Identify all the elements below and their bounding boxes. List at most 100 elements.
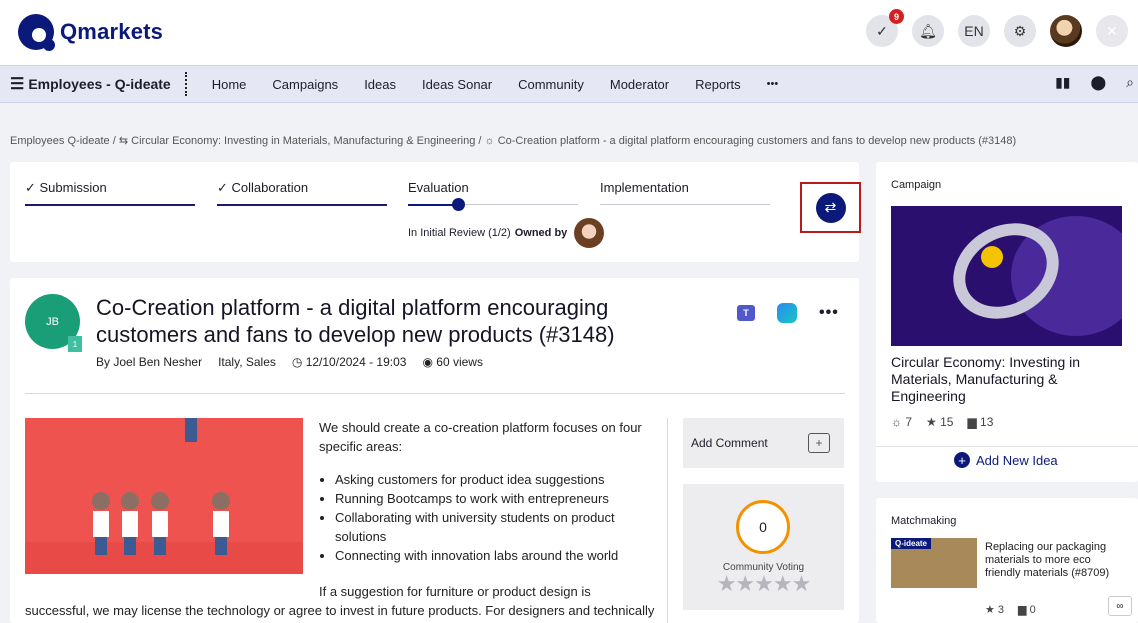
- nav-item-ideas-sonar[interactable]: Ideas Sonar: [409, 77, 505, 92]
- change-stage-button[interactable]: ⇄: [815, 192, 846, 223]
- person-figure: [120, 492, 140, 555]
- stage-status-text: In Initial Review (1/2): [408, 227, 511, 239]
- bell-icon: 🔔︎: [919, 22, 937, 39]
- column-divider: [667, 418, 668, 623]
- match-idea-image[interactable]: Q-ideate: [891, 538, 977, 588]
- views-value: 60 views: [436, 355, 483, 369]
- star-icon: ★: [985, 604, 998, 616]
- idea-author: By Joel Ben Nesher: [96, 355, 202, 369]
- hamburger-icon[interactable]: ☰: [10, 74, 24, 94]
- idea-image: [25, 418, 303, 574]
- matchmaking-card: Matchmaking Q-ideate Replacing our packa…: [876, 498, 1138, 623]
- nav-item-home[interactable]: Home: [199, 77, 260, 92]
- breadcrumb-campaign[interactable]: Circular Economy: Investing in Materials…: [131, 135, 475, 147]
- idea-intro: We should create a co-creation platform …: [319, 420, 642, 454]
- nav-brand-title: Employees - Q-ideate: [28, 76, 171, 92]
- nav-item-ideas[interactable]: Ideas: [351, 77, 409, 92]
- match-stars-stat: ★ 3: [985, 603, 1004, 616]
- link-button[interactable]: ∞: [1108, 596, 1132, 616]
- idea-views: ◉ 60 views: [422, 355, 483, 369]
- author-name[interactable]: Joel Ben Nesher: [113, 355, 202, 369]
- idea-bullets: Asking customers for product idea sugges…: [335, 470, 659, 565]
- add-comment-label: Add Comment: [691, 436, 768, 450]
- nav-item-campaigns[interactable]: Campaigns: [259, 77, 351, 92]
- campaign-stars-stat: ★ 15: [926, 415, 953, 429]
- rating-stars[interactable]: ★★★★★: [683, 571, 844, 597]
- nav-brand[interactable]: ☰ Employees - Q-ideate: [0, 72, 187, 96]
- add-comment-button[interactable]: Add Comment +: [683, 418, 844, 468]
- add-new-idea-button[interactable]: + Add New Idea: [954, 452, 1058, 468]
- breadcrumb-root[interactable]: Employees Q-ideate: [10, 135, 110, 147]
- stage-collaboration: ✓ Collaboration: [217, 180, 387, 206]
- stage-submission-label: Submission: [39, 180, 107, 195]
- gear-icon: ⚙: [1013, 22, 1027, 39]
- idea-card: JB 1 Co-Creation platform - a digital pl…: [10, 278, 859, 623]
- eye-icon: ◉: [422, 355, 437, 369]
- lightbulb-icon: ☼: [891, 415, 906, 429]
- match-stats: ★ 3 ▆ 0: [985, 603, 1036, 616]
- qmarkets-logo[interactable]: Qmarkets: [18, 14, 163, 51]
- language-button[interactable]: EN: [958, 15, 990, 47]
- stage-current-dot: [452, 198, 465, 211]
- nav-item-moderator[interactable]: Moderator: [597, 77, 682, 92]
- search-icon[interactable]: ⌕: [1126, 74, 1134, 91]
- lightbulb-icon: ☼: [484, 135, 498, 147]
- comment-icon: ▆: [1018, 604, 1030, 616]
- person-figure: [91, 492, 111, 555]
- stage-line: [217, 204, 387, 206]
- top-bar: Qmarkets ✓ 9 🔔︎ EN ⚙ ✕: [0, 0, 1138, 65]
- idea-bullet: Running Bootcamps to work with entrepren…: [335, 489, 659, 508]
- stage-submission: ✓ Submission: [25, 180, 195, 206]
- nav-item-reports[interactable]: Reports: [682, 77, 754, 92]
- stars-count: 15: [940, 415, 954, 429]
- stage-status: In Initial Review (1/2) Owned by: [408, 218, 605, 248]
- notifications-button[interactable]: 🔔︎: [912, 15, 944, 47]
- idea-tail-line: successful, we may license the technolog…: [25, 603, 655, 618]
- copilot-icon[interactable]: [777, 303, 797, 323]
- matchmaking-section-label: Matchmaking: [891, 515, 957, 527]
- owned-by-label: Owned by: [514, 227, 568, 239]
- stage-implementation: Implementation: [600, 180, 770, 205]
- user-shield-icon[interactable]: ⬤: [1090, 74, 1106, 91]
- settings-button[interactable]: ⚙: [1004, 15, 1036, 47]
- top-actions: ✓ 9 🔔︎ EN ⚙ ✕: [866, 9, 1128, 47]
- breadcrumb-idea: Co-Creation platform - a digital platfor…: [497, 135, 1017, 147]
- bar-chart-icon[interactable]: ▮▮: [1055, 74, 1070, 91]
- more-options-button[interactable]: •••: [819, 304, 839, 322]
- campaign-separator: [876, 446, 1138, 447]
- check-icon: ✓: [25, 180, 40, 195]
- check-circle-icon: ✓: [876, 22, 888, 39]
- campaign-title[interactable]: Circular Economy: Investing in Materials…: [891, 354, 1106, 405]
- check-icon: ✓: [217, 180, 232, 195]
- ideas-count: 7: [905, 415, 913, 429]
- campaign-icon: ⇆: [118, 135, 132, 147]
- idea-description-continued: If a suggestion for furniture or product…: [25, 582, 665, 620]
- swap-arrows-icon: ⇄: [824, 199, 837, 215]
- notification-badge: 9: [889, 9, 904, 24]
- comment-icon: ▆: [967, 415, 981, 429]
- match-tag: Q-ideate: [891, 538, 932, 549]
- person-figure: [211, 492, 231, 555]
- teams-icon[interactable]: T: [737, 305, 755, 321]
- idea-meta: By Joel Ben Nesher Italy, Sales ◷ 12/10/…: [96, 355, 483, 369]
- idea-location: Italy, Sales: [218, 355, 276, 369]
- nav-item-community[interactable]: Community: [505, 77, 597, 92]
- tasks-button[interactable]: ✓ 9: [866, 9, 904, 47]
- gear-graphic: [981, 246, 1003, 268]
- add-comment-icon: +: [808, 433, 830, 453]
- nav-right-tools: ▮▮ ⬤ ⌕: [1055, 74, 1134, 91]
- datetime-value: 12/10/2024 - 19:03: [305, 355, 407, 369]
- close-button[interactable]: ✕: [1096, 15, 1128, 47]
- divider: [25, 393, 845, 394]
- match-idea-title[interactable]: Replacing our packaging materials to mor…: [985, 541, 1110, 580]
- campaign-image[interactable]: [891, 206, 1122, 346]
- nav-items: Home Campaigns Ideas Ideas Sonar Communi…: [199, 77, 791, 92]
- owner-avatar[interactable]: [574, 218, 605, 248]
- idea-description: We should create a co-creation platform …: [319, 418, 659, 565]
- nav-more-button[interactable]: •••: [754, 78, 792, 90]
- user-avatar[interactable]: [1050, 15, 1082, 47]
- campaign-card: Campaign Circular Economy: Investing in …: [876, 162, 1138, 482]
- stage-implementation-label: Implementation: [600, 180, 689, 195]
- idea-title: Co-Creation platform - a digital platfor…: [96, 295, 615, 347]
- link-icon: ∞: [1116, 600, 1124, 612]
